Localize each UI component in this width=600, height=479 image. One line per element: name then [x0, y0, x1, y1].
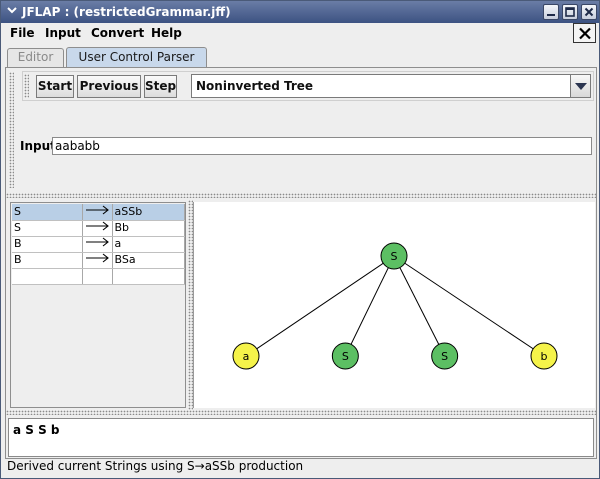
- window-menu-icon[interactable]: [4, 4, 20, 20]
- grammar-rhs: [112, 268, 185, 285]
- tree-mode-value: Noninverted Tree: [196, 79, 314, 93]
- grammar-row[interactable]: B BSa: [12, 252, 185, 269]
- tree-edge: [245, 255, 395, 357]
- previous-button[interactable]: Previous: [77, 75, 141, 98]
- input-label: Input: [20, 139, 56, 153]
- status-bar: Derived current Strings using S→aSSb pro…: [7, 459, 304, 473]
- grammar-row[interactable]: SaSSb: [12, 204, 185, 221]
- close-window-icon[interactable]: [581, 4, 597, 20]
- tree-mode-select[interactable]: Noninverted Tree: [191, 74, 591, 98]
- tree-edge: [393, 255, 545, 357]
- step-button[interactable]: Step: [144, 75, 177, 98]
- production-arrow-cell: [82, 268, 113, 285]
- production-arrow-cell: [82, 252, 113, 269]
- menu-help[interactable]: Help: [151, 26, 182, 41]
- production-arrow-cell: [82, 236, 113, 253]
- input-string-field[interactable]: aababb: [52, 137, 592, 155]
- splitter-bottom[interactable]: [6, 410, 596, 415]
- grammar-row[interactable]: S Bb: [12, 220, 185, 237]
- menu-convert[interactable]: Convert: [91, 26, 144, 41]
- grammar-rhs: Bb: [112, 220, 185, 237]
- menu-bar: File Input Convert Help: [1, 23, 599, 44]
- parse-tree: Sa S Sb: [232, 242, 558, 370]
- grammar-lhs: S: [12, 220, 83, 237]
- parse-tree-canvas[interactable]: Sa S Sb: [193, 202, 595, 408]
- app-window: JFLAP : (restrictedGrammar.jff) File Inp…: [0, 0, 600, 479]
- dropdown-arrow[interactable]: [570, 75, 590, 97]
- grammar-rhs: BSa: [112, 252, 185, 269]
- tree-child-node[interactable]: b: [530, 342, 558, 370]
- close-icon: [579, 27, 591, 40]
- start-button[interactable]: Start: [36, 75, 74, 98]
- menu-input[interactable]: Input: [45, 26, 81, 41]
- panel-drag-grip[interactable]: [9, 72, 14, 188]
- tree-node-label: a: [243, 350, 250, 363]
- grammar-lhs: B: [12, 252, 83, 269]
- grammar-rhs: a: [112, 236, 185, 253]
- tree-child-node[interactable]: S: [431, 342, 459, 370]
- title-bar[interactable]: JFLAP : (restrictedGrammar.jff): [1, 1, 599, 23]
- tree-node-label: S: [391, 250, 398, 263]
- tree-edge: [393, 255, 446, 357]
- tree-child-node[interactable]: S: [331, 342, 359, 370]
- minimize-icon[interactable]: [543, 4, 559, 20]
- menu-file[interactable]: File: [10, 26, 35, 41]
- arrow-right-icon: [85, 221, 109, 231]
- close-tab-button[interactable]: [573, 23, 596, 43]
- tab-editor[interactable]: Editor: [7, 48, 64, 67]
- tree-node-label: S: [441, 350, 448, 363]
- arrow-right-icon: [85, 205, 109, 215]
- tree-node-label: S: [342, 350, 349, 363]
- tree-child-node[interactable]: a: [232, 342, 260, 370]
- production-arrow-cell: [82, 220, 113, 237]
- grammar-lhs: B: [12, 236, 83, 253]
- tree-node-label: b: [541, 350, 548, 363]
- grammar-lhs: [12, 268, 83, 285]
- window-title: JFLAP : (restrictedGrammar.jff): [22, 5, 231, 19]
- tab-user-control-parser[interactable]: User Control Parser: [66, 47, 207, 68]
- grammar-table: SaSSb S Bb Ba B BSa: [10, 202, 186, 408]
- arrow-right-icon: [85, 253, 109, 263]
- arrow-right-icon: [85, 237, 109, 247]
- tree-root-node[interactable]: S: [380, 242, 408, 270]
- maximize-icon[interactable]: [562, 4, 578, 20]
- grammar-rhs: aSSb: [112, 204, 185, 221]
- grammar-row[interactable]: Ba: [12, 236, 185, 253]
- tree-edge: [344, 255, 395, 357]
- chevron-down-icon: [575, 83, 587, 90]
- parser-panel: Start Previous Step Noninverted Tree Inp…: [5, 67, 597, 459]
- grammar-lhs: S: [12, 204, 83, 221]
- derivation-output: a S S b: [8, 418, 594, 457]
- production-arrow-cell: [82, 204, 113, 221]
- grammar-row[interactable]: [12, 268, 185, 285]
- splitter-horizontal[interactable]: [6, 193, 596, 198]
